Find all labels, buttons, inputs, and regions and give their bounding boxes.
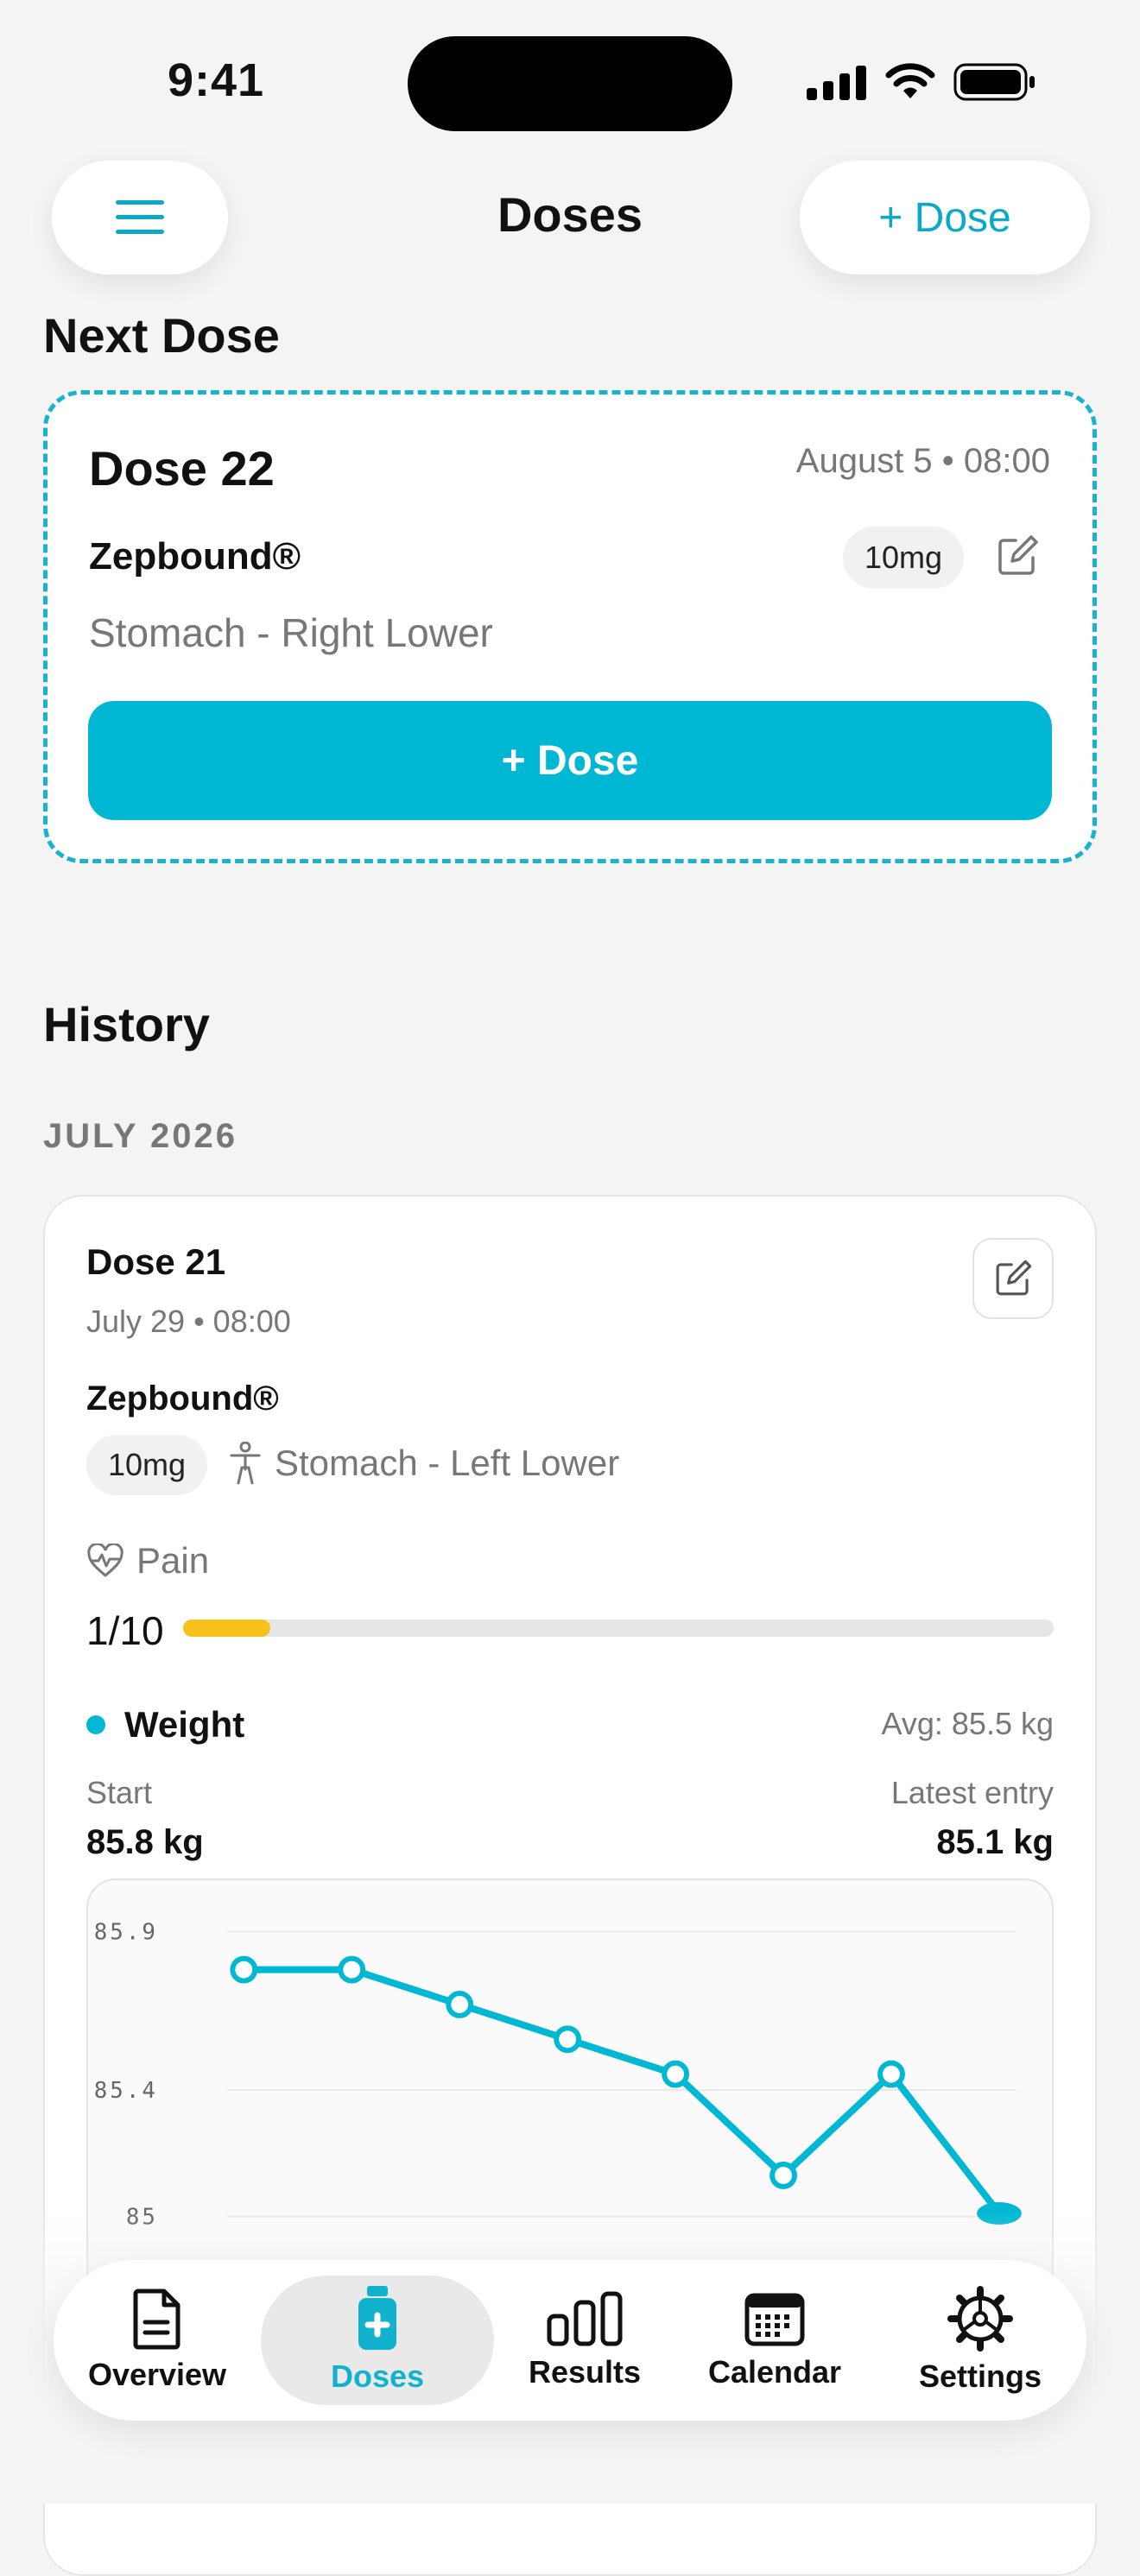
edit-icon [996,1260,1032,1296]
bar-chart-icon [547,2291,623,2346]
next-dose-edit-button[interactable] [993,532,1042,580]
tab-doses-label: Doses [330,2358,425,2394]
weight-label-text: Weight [124,1704,245,1745]
start-weight-value: 85.8 kg [86,1823,204,1861]
page-title: Doses [497,187,643,242]
history-site-label: Stomach - Left Lower [275,1443,620,1483]
cellular-signal-icon [807,66,867,104]
tab-results[interactable]: Results [494,2260,675,2421]
menu-button[interactable] [52,161,228,275]
dynamic-island [408,36,732,131]
wifi-icon [884,62,936,106]
next-dose-datetime: August 5 • 08:00 [795,442,1050,480]
start-weight-label: Start [86,1775,153,1810]
latest-weight-label: Latest entry [890,1775,1054,1810]
pain-label: Pain [86,1540,209,1582]
history-dose-medication: Zepbound® [86,1380,279,1417]
log-next-dose-button[interactable]: + Dose [88,701,1052,820]
next-dose-title: Dose 22 [89,441,275,496]
weight-average: Avg: 85.5 kg [881,1706,1054,1741]
pain-bar [183,1619,1054,1637]
pain-bar-fill [183,1619,270,1637]
status-time: 9:41 [167,54,265,106]
next-dose-site: Stomach - Right Lower [89,610,493,655]
history-edit-button[interactable] [972,1238,1054,1319]
hamburger-icon [116,200,164,234]
tab-results-label: Results [528,2354,642,2390]
weight-data-point [877,2060,905,2088]
y-tick-label: 85.9 [94,1920,158,1946]
tab-bar: Overview Doses Results Calendar Settings [54,2260,1086,2421]
calendar-icon [744,2293,805,2346]
next-dose-dosage-badge: 10mg [843,527,964,589]
weight-legend-dot [86,1715,105,1734]
weight-data-point [446,1991,474,2018]
weight-label: Weight [86,1704,244,1746]
gear-icon [947,2286,1013,2352]
vial-icon [358,2286,396,2350]
weight-data-point [338,1955,366,1984]
tab-settings[interactable]: Settings [874,2260,1086,2421]
add-dose-button[interactable]: + Dose [800,161,1090,275]
body-icon [230,1442,261,1485]
tab-overview[interactable]: Overview [54,2260,261,2421]
battery-icon [953,62,1036,106]
next-dose-heading: Next Dose [43,308,280,363]
history-heading: History [43,997,210,1051]
weight-data-point [770,2162,797,2189]
history-site: Stomach - Left Lower [228,1442,619,1485]
latest-weight-value: 85.1 kg [936,1823,1054,1861]
tab-settings-label: Settings [918,2358,1042,2394]
pain-value: 1/10 [86,1608,164,1653]
document-icon [133,2289,180,2350]
tab-calendar-label: Calendar [707,2354,842,2390]
weight-data-point [554,2025,582,2054]
weight-data-point [230,1955,258,1984]
tab-overview-label: Overview [87,2357,227,2392]
history-dosage-badge: 10mg [86,1435,207,1495]
history-dose-datetime: July 29 • 08:00 [86,1304,291,1339]
weight-series-line [240,1966,1003,2217]
month-label: JULY 2026 [43,1117,238,1155]
heart-pulse-icon [87,1544,124,1577]
pain-label-text: Pain [136,1540,210,1581]
weight-data-point [662,2060,690,2088]
tab-doses[interactable]: Doses [261,2260,494,2421]
next-dose-medication: Zepbound® [89,535,301,578]
tab-calendar[interactable]: Calendar [675,2260,874,2421]
edit-icon [998,535,1038,575]
history-dose-title: Dose 21 [86,1241,226,1282]
y-tick-label: 85.4 [94,2078,158,2104]
